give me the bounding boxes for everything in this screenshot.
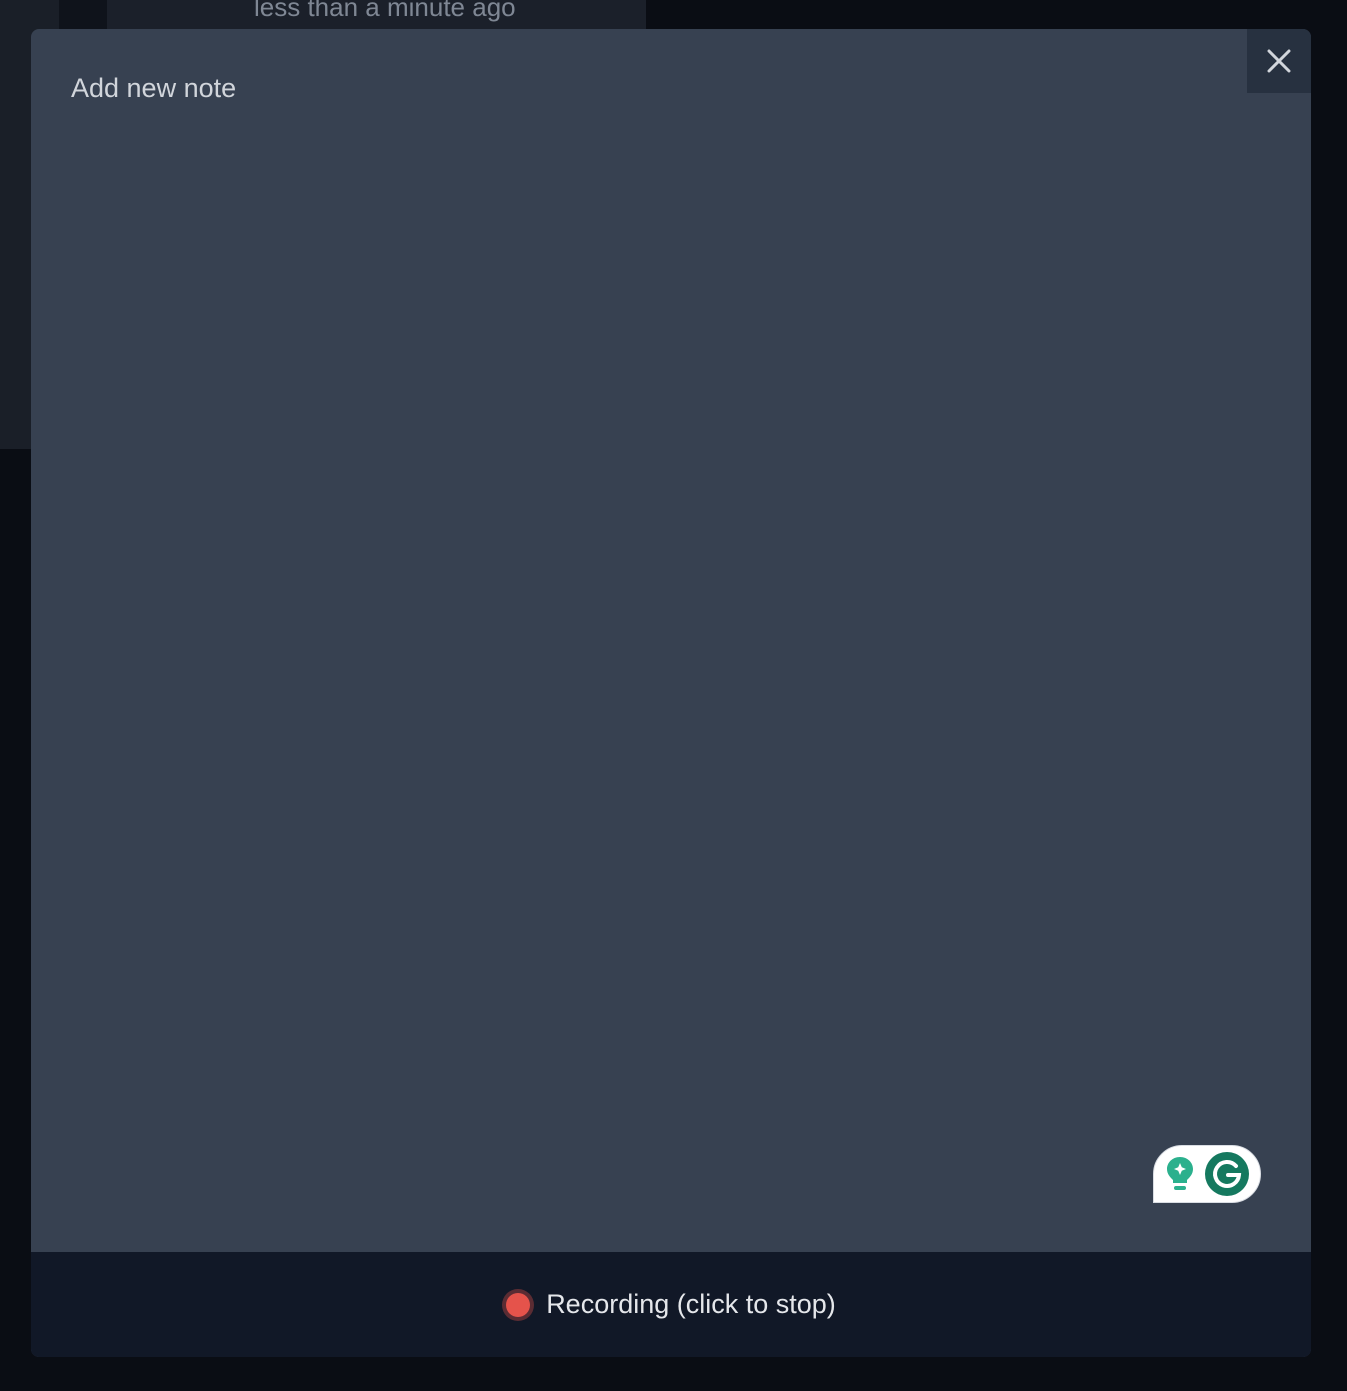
note-timestamp: less than a minute ago xyxy=(254,0,516,22)
note-input[interactable] xyxy=(31,29,1311,1252)
recording-dot-icon xyxy=(506,1292,531,1317)
modal-footer: Recording (click to stop) xyxy=(31,1252,1311,1357)
grammarly-g-icon xyxy=(1205,1152,1250,1196)
record-status-label: Recording (click to stop) xyxy=(546,1289,836,1319)
close-button[interactable] xyxy=(1247,29,1311,93)
close-icon xyxy=(1267,49,1291,73)
record-stop-button[interactable]: Recording (click to stop) xyxy=(506,1289,836,1320)
add-note-modal: Recording (click to stop) xyxy=(31,29,1311,1357)
lightbulb-sparkle-icon xyxy=(1166,1157,1193,1190)
grammarly-widget[interactable] xyxy=(1153,1145,1261,1203)
